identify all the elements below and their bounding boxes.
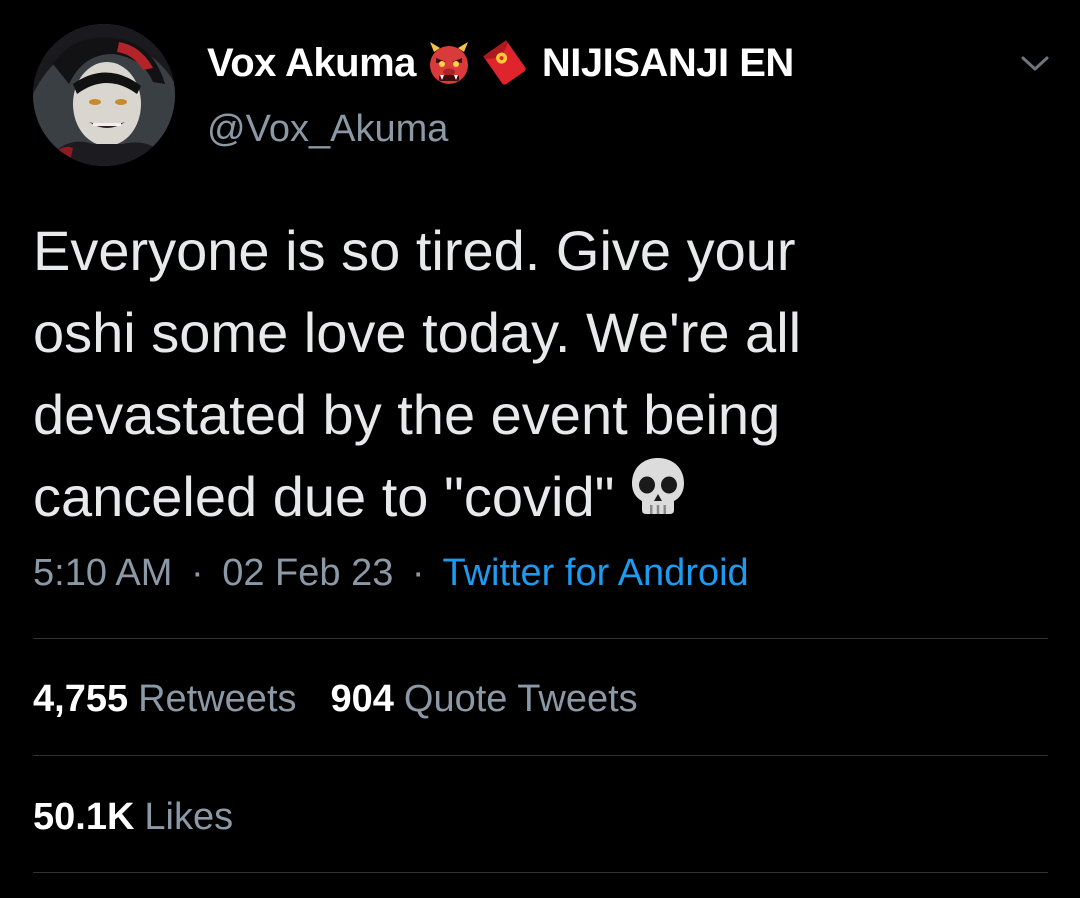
ogre-emoji-icon [426,40,472,86]
author-handle[interactable]: @Vox_Akuma [207,108,448,151]
quote-tweets-count: 904 [330,678,394,720]
author-name-row[interactable]: Vox Akuma NIJISANJI EN [207,38,794,88]
retweets-stat[interactable]: 4,755 Retweets [33,678,297,721]
avatar[interactable] [33,24,175,166]
meta-separator: · [190,552,204,594]
retweets-label: Retweets [138,678,297,720]
red-envelope-emoji-icon [482,40,528,86]
likes-stat[interactable]: 50.1K Likes [33,796,233,839]
tweet-client-link[interactable]: Twitter for Android [442,552,748,594]
tweet-text: Everyone is so tired. Give your oshi som… [33,210,1033,544]
tweet-date[interactable]: 02 Feb 23 [222,552,393,594]
tweet-time[interactable]: 5:10 AM [33,552,172,594]
chevron-down-icon[interactable] [1017,50,1053,76]
quote-tweets-stat[interactable]: 904 Quote Tweets [331,678,638,721]
likes-label: Likes [144,796,234,838]
retweets-count: 4,755 [33,678,129,720]
likes-count: 50.1K [33,796,135,838]
tweet-line: oshi some love today. We're all [33,301,802,364]
author-display-name[interactable]: Vox Akuma [207,41,416,86]
tweet-line-text: canceled due to "covid" [33,465,615,528]
tweet-meta: 5:10 AM · 02 Feb 23 · Twitter for Androi… [33,552,749,595]
author-org-name[interactable]: NIJISANJI EN [542,41,794,86]
engagement-stats-row: 4,755 Retweets 904 Quote Tweets [33,678,638,721]
tweet-line-last: canceled due to "covid" [33,456,1033,544]
tweet-line: Everyone is so tired. Give your [33,219,796,282]
divider [33,638,1048,639]
meta-separator: · [411,552,425,594]
tweet-line: devastated by the event being [33,383,781,446]
quote-tweets-label: Quote Tweets [403,678,638,720]
skull-emoji-icon [626,454,690,540]
likes-stats-row: 50.1K Likes [33,796,233,839]
divider [33,872,1048,873]
divider [33,755,1048,756]
